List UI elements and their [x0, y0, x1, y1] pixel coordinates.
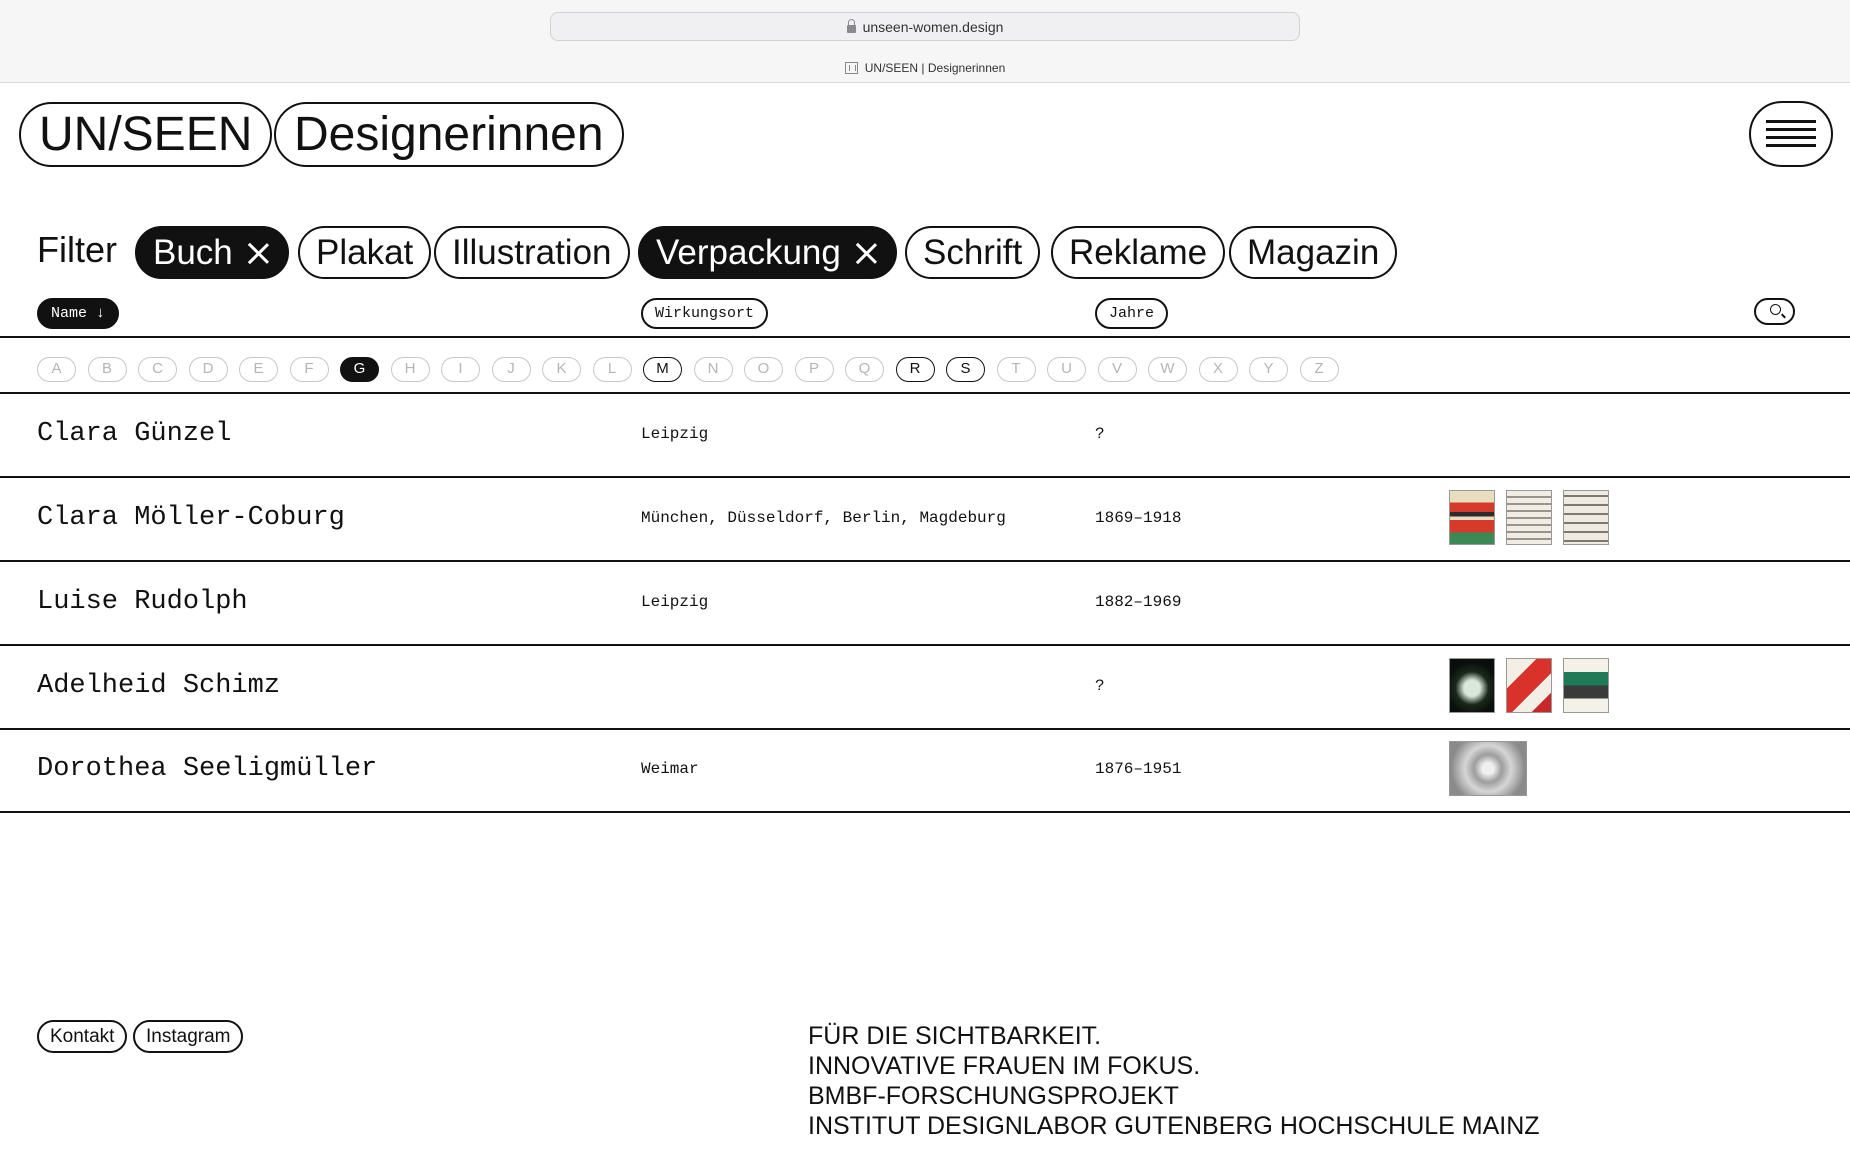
tab-title[interactable]: UN/SEEN | Designerinnen — [0, 61, 1850, 75]
footer-statement: FÜR DIE SICHTBARKEIT. INNOVATIVE FRAUEN … — [808, 1021, 1540, 1141]
designer-years: ? — [1095, 677, 1105, 695]
footer-line: FÜR DIE SICHTBARKEIT. — [808, 1022, 1102, 1050]
divider — [0, 811, 1850, 813]
filter-chip-magazin[interactable]: Magazin — [1229, 226, 1398, 279]
letter-filter-m[interactable]: M — [643, 357, 682, 382]
letter-filter-i: I — [441, 357, 480, 382]
filter-chip-label: Magazin — [1247, 233, 1380, 272]
work-thumbnail[interactable] — [1506, 490, 1552, 545]
designer-years: 1869–1918 — [1095, 509, 1182, 527]
section-title-link[interactable]: Designerinnen — [274, 102, 624, 167]
filter-label: Filter — [37, 229, 117, 270]
letter-filter-x: X — [1198, 357, 1238, 382]
work-thumbnail[interactable] — [1449, 658, 1495, 713]
designer-years: 1876–1951 — [1095, 760, 1182, 778]
letter-filter-o: O — [744, 357, 783, 382]
designer-name[interactable]: Adelheid Schimz — [37, 670, 280, 702]
footer-line: INSTITUT DESIGNLABOR GUTENBERG HOCHSCHUL… — [808, 1112, 1540, 1140]
letter-filter-s[interactable]: S — [946, 357, 985, 382]
letter-filter-j: J — [491, 357, 531, 382]
divider — [0, 392, 1850, 394]
sort-years-button[interactable]: Jahre — [1095, 298, 1169, 329]
designer-years: ? — [1095, 425, 1105, 443]
work-thumbnail[interactable] — [1563, 490, 1609, 545]
filter-chip-label: Reklame — [1069, 233, 1208, 272]
divider — [0, 560, 1850, 562]
letter-filter-u: U — [1047, 357, 1086, 382]
filter-chip-illustration[interactable]: Illustration — [434, 226, 630, 279]
divider — [0, 336, 1850, 338]
letter-filter-g[interactable]: G — [340, 357, 379, 382]
instagram-link[interactable]: Instagram — [133, 1020, 244, 1053]
divider — [0, 728, 1850, 730]
designer-years: 1882–1969 — [1095, 593, 1182, 611]
filter-chip-label: Verpackung — [656, 233, 841, 272]
lock-icon — [846, 18, 856, 33]
designer-location: Weimar — [641, 760, 699, 778]
letter-filter-d: D — [188, 357, 228, 382]
sort-location-button[interactable]: Wirkungsort — [641, 298, 769, 329]
letter-filter-k: K — [542, 357, 581, 382]
designer-name[interactable]: Dorothea Seeligmüller — [37, 753, 377, 785]
contact-link[interactable]: Kontakt — [37, 1020, 128, 1053]
letter-filter-r[interactable]: R — [895, 357, 935, 382]
work-thumbnail[interactable] — [1506, 658, 1552, 713]
designer-name[interactable]: Luise Rudolph — [37, 586, 248, 618]
letter-filter-n: N — [693, 357, 733, 382]
menu-button[interactable] — [1749, 101, 1833, 167]
close-icon[interactable] — [855, 242, 877, 264]
letter-filter-a: A — [37, 357, 76, 382]
designer-location: Leipzig — [641, 593, 709, 611]
letter-filter-q: Q — [845, 357, 884, 382]
work-thumbnail[interactable] — [1449, 490, 1495, 545]
filter-chip-reklame[interactable]: Reklame — [1051, 226, 1226, 279]
filter-chip-plakat[interactable]: Plakat — [298, 226, 432, 279]
letter-filter-p: P — [794, 357, 834, 382]
filter-chip-verpackung[interactable]: Verpackung — [638, 226, 897, 279]
letter-filter-c: C — [138, 357, 177, 382]
footer-line: BMBF-FORSCHUNGSPROJEKT — [808, 1082, 1179, 1110]
work-thumbnail[interactable] — [1563, 658, 1609, 713]
letter-filter-b: B — [87, 357, 127, 382]
letter-filter-w: W — [1148, 357, 1187, 382]
address-text: unseen-women.design — [862, 18, 1004, 35]
favicon-icon — [844, 62, 858, 74]
letter-filter-y: Y — [1249, 357, 1288, 382]
divider — [0, 476, 1850, 478]
letter-filter-v: V — [1097, 357, 1137, 382]
letter-filter-h: H — [390, 357, 430, 382]
logo-link[interactable]: UN/SEEN — [19, 102, 273, 167]
sort-name-button[interactable]: Name ↓ — [37, 298, 120, 329]
designer-name[interactable]: Clara Möller-Coburg — [37, 502, 345, 534]
letter-filter-z: Z — [1299, 357, 1339, 382]
filter-chip-label: Schrift — [923, 233, 1023, 272]
designer-location: Leipzig — [641, 425, 709, 443]
letter-filter-l: L — [592, 357, 632, 382]
designer-location: München, Düsseldorf, Berlin, Magdeburg — [641, 509, 1006, 527]
filter-chip-label: Plakat — [316, 233, 414, 272]
divider — [0, 644, 1850, 646]
letter-filter-e: E — [239, 357, 278, 382]
filter-chip-label: Buch — [153, 233, 233, 272]
letter-filter-t: T — [996, 357, 1036, 382]
work-thumbnail[interactable] — [1449, 741, 1527, 796]
filter-chip-label: Illustration — [452, 233, 612, 272]
filter-chip-schrift[interactable]: Schrift — [905, 226, 1041, 279]
address-bar[interactable]: unseen-women.design — [550, 12, 1300, 41]
browser-chrome: unseen-women.design UN/SEEN | Designerin… — [0, 0, 1850, 83]
filter-chip-buch[interactable]: Buch — [135, 226, 289, 279]
tab-title-text: UN/SEEN | Designerinnen — [864, 61, 1006, 75]
footer-line: INNOVATIVE FRAUEN IM FOKUS. — [808, 1052, 1201, 1080]
search-button[interactable] — [1754, 298, 1795, 325]
designer-name[interactable]: Clara Günzel — [37, 418, 231, 450]
close-icon[interactable] — [247, 242, 269, 264]
letter-filter-f: F — [289, 357, 329, 382]
